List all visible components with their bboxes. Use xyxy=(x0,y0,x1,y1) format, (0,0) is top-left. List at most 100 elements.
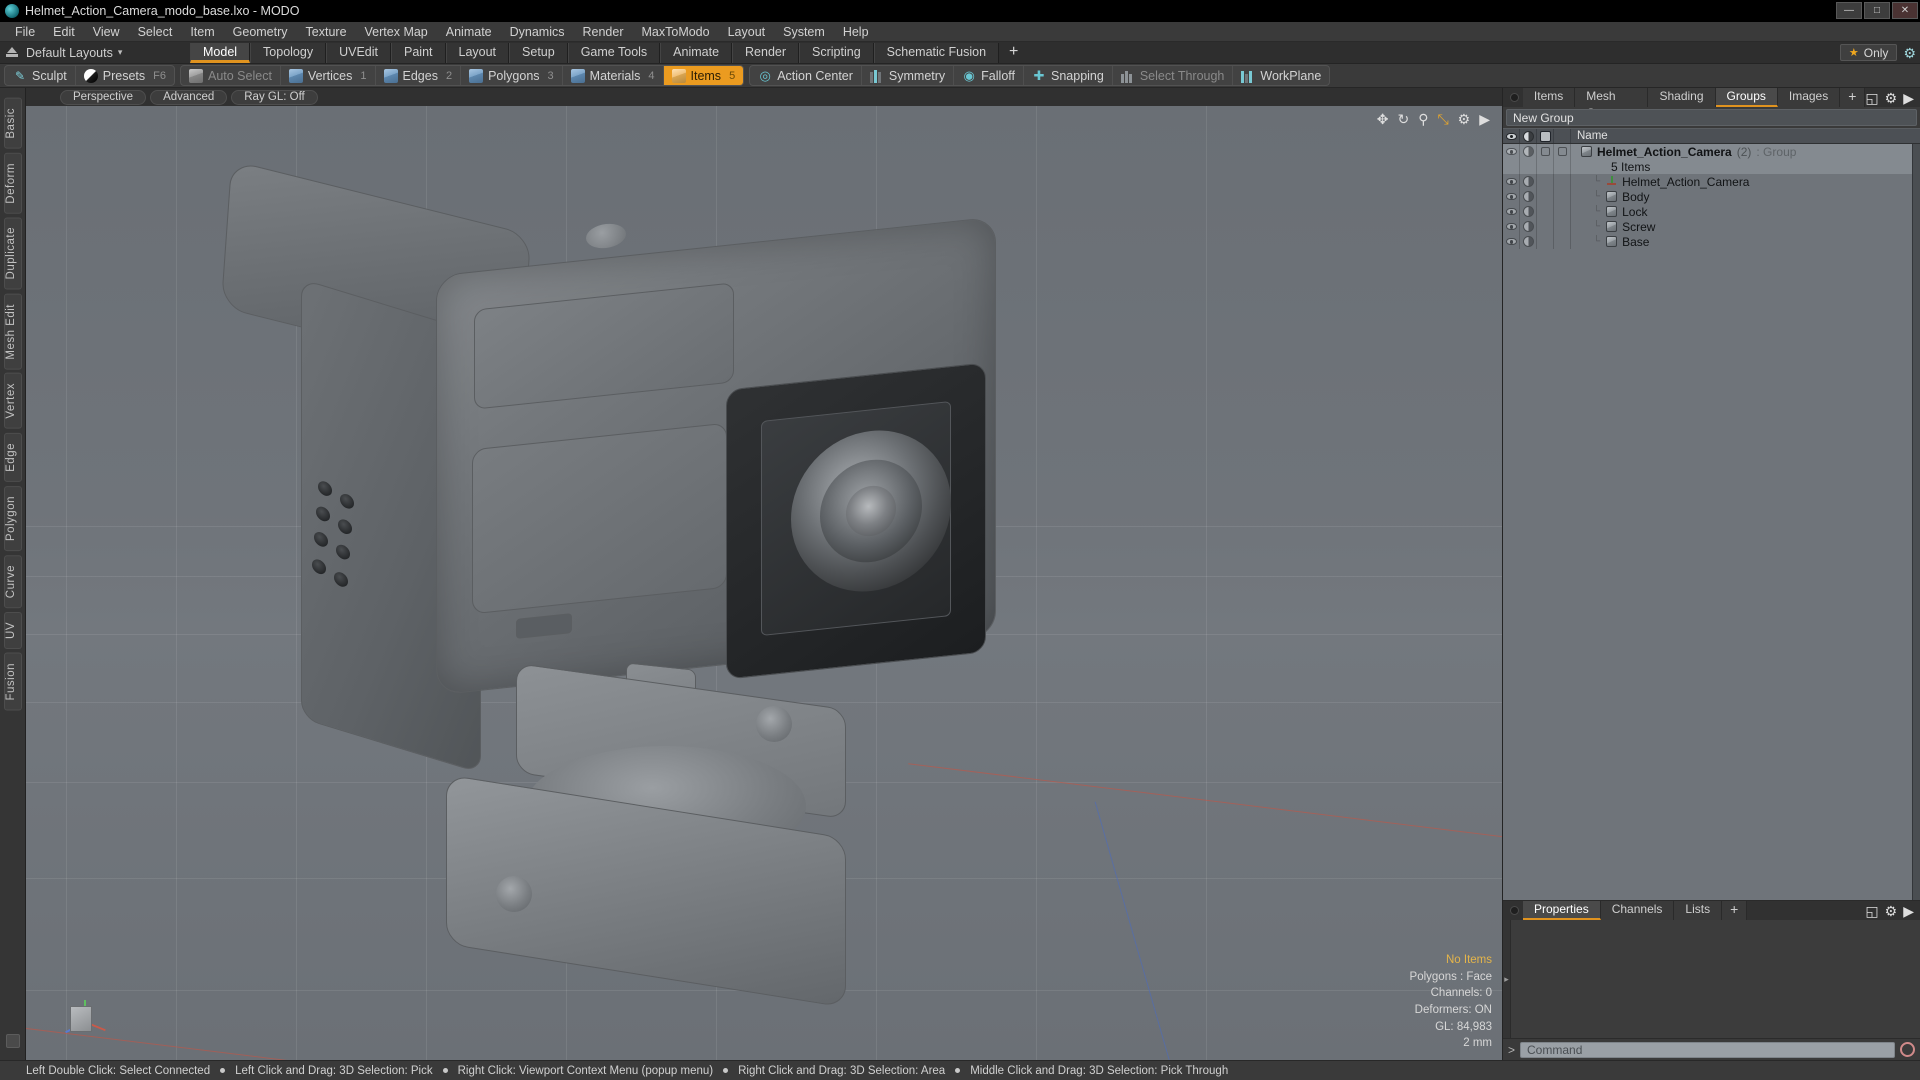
tree-row-gutter-1[interactable] xyxy=(1520,189,1537,204)
chevron-right-icon[interactable]: ▶ xyxy=(1903,904,1914,918)
menu-item-animate[interactable]: Animate xyxy=(437,22,501,42)
layout-tab-setup[interactable]: Setup xyxy=(509,42,568,63)
chevron-right-icon[interactable]: ▶ xyxy=(1903,91,1914,105)
toolbar-button-auto-select[interactable]: Auto Select xyxy=(181,66,281,85)
left-rail-toggle[interactable] xyxy=(5,1034,20,1048)
tool-tab-vertex[interactable]: Vertex xyxy=(3,373,22,430)
toolbar-button-sculpt[interactable]: ✎ Sculpt xyxy=(5,66,76,85)
menu-item-select[interactable]: Select xyxy=(129,22,182,42)
layout-tab-game-tools[interactable]: Game Tools xyxy=(567,42,661,63)
record-icon[interactable] xyxy=(1900,1042,1915,1057)
toolbar-button-symmetry[interactable]: Symmetry xyxy=(862,66,955,85)
menu-item-maxtomodo[interactable]: MaxToModo xyxy=(633,22,719,42)
viewport-3d[interactable]: ✥ ↻ ⚲ ⤡ ⚙ ▶ No Items Polygons : Face Channels… xyxy=(26,106,1502,1060)
tree-row-gutter-2[interactable] xyxy=(1537,219,1554,234)
tree-row-gutter-2[interactable] xyxy=(1537,234,1554,249)
tool-tab-uv[interactable]: UV xyxy=(3,612,22,650)
tree-row-gutter-2[interactable] xyxy=(1537,204,1554,219)
tool-tab-duplicate[interactable]: Duplicate xyxy=(3,217,22,290)
menu-item-render[interactable]: Render xyxy=(574,22,633,42)
menu-item-dynamics[interactable]: Dynamics xyxy=(501,22,574,42)
tree-row-gutter-3[interactable] xyxy=(1554,159,1571,174)
toolbar-button-materials[interactable]: Materials 4 xyxy=(563,66,664,85)
toolbar-button-snapping[interactable]: ✚ Snapping xyxy=(1024,66,1113,85)
tree-row-gutter-3[interactable] xyxy=(1554,234,1571,249)
tool-tab-edge[interactable]: Edge xyxy=(3,433,22,482)
new-group-button[interactable]: New Group xyxy=(1506,109,1917,126)
toolbar-button-falloff[interactable]: ◉ Falloff xyxy=(954,66,1024,85)
menu-item-geometry[interactable]: Geometry xyxy=(224,22,297,42)
panel-menu-dot-icon[interactable] xyxy=(1510,906,1519,915)
command-input[interactable]: Command xyxy=(1520,1041,1895,1058)
viewport-tab-perspective[interactable]: Perspective xyxy=(60,89,147,105)
viewport-tab-ray-gl-off[interactable]: Ray GL: Off xyxy=(231,89,318,105)
col-mesh-icon[interactable] xyxy=(1537,129,1554,143)
only-toggle-button[interactable]: ★ Only xyxy=(1839,44,1898,61)
panel-tab-shading[interactable]: Shading xyxy=(1648,88,1716,107)
tree-row-gutter-1[interactable] xyxy=(1520,159,1537,174)
tree-row[interactable]: 5 Items xyxy=(1503,159,1912,174)
properties-collapse-handle[interactable]: ▸ xyxy=(1503,920,1511,1038)
properties-tab-properties[interactable]: Properties xyxy=(1523,901,1601,920)
layout-tab-uvedit[interactable]: UVEdit xyxy=(326,42,391,63)
toolbar-button-edges[interactable]: Edges 2 xyxy=(376,66,462,85)
col-lock-icon[interactable] xyxy=(1554,129,1571,143)
menu-item-edit[interactable]: Edit xyxy=(44,22,84,42)
gear-icon[interactable]: ⚙ xyxy=(1885,91,1898,105)
panel-tab-groups[interactable]: Groups xyxy=(1715,88,1778,107)
layout-tab-model[interactable]: Model xyxy=(190,42,251,63)
tree-row-gutter-0[interactable] xyxy=(1503,159,1520,174)
panel-tab-images[interactable]: Images xyxy=(1777,88,1841,107)
maximize-button[interactable]: □ xyxy=(1864,2,1890,19)
tree-row-gutter-3[interactable] xyxy=(1554,174,1571,189)
tree-row-gutter-0[interactable] xyxy=(1503,219,1520,234)
tree-row-gutter-1[interactable] xyxy=(1520,219,1537,234)
col-render-icon[interactable] xyxy=(1520,129,1537,143)
menu-item-item[interactable]: Item xyxy=(181,22,223,42)
panel-tab-[interactable]: + xyxy=(1840,88,1866,107)
minimize-button[interactable]: — xyxy=(1836,2,1862,19)
tool-tab-deform[interactable]: Deform xyxy=(3,152,22,214)
menu-item-file[interactable]: File xyxy=(6,22,44,42)
tree-scrollbar[interactable] xyxy=(1912,144,1920,900)
layout-tab-scripting[interactable]: Scripting xyxy=(799,42,874,63)
menu-item-system[interactable]: System xyxy=(774,22,834,42)
tree-row-gutter-0[interactable] xyxy=(1503,144,1520,159)
tool-tab-fusion[interactable]: Fusion xyxy=(3,653,22,711)
col-visibility-icon[interactable] xyxy=(1503,129,1520,143)
tree-row[interactable]: Helmet_Action_Camera (2): Group xyxy=(1503,144,1912,159)
expand-icon[interactable]: ◱ xyxy=(1865,904,1878,918)
tree-row-gutter-2[interactable] xyxy=(1537,174,1554,189)
menu-item-help[interactable]: Help xyxy=(834,22,878,42)
tree-row-gutter-0[interactable] xyxy=(1503,189,1520,204)
tree-row-gutter-3[interactable] xyxy=(1554,189,1571,204)
toolbar-button-polygons[interactable]: Polygons 3 xyxy=(461,66,563,85)
layout-tab-animate[interactable]: Animate xyxy=(660,42,733,63)
tool-tab-curve[interactable]: Curve xyxy=(3,554,22,609)
tree-row-gutter-2[interactable] xyxy=(1537,144,1554,159)
toolbar-button-workplane[interactable]: WorkPlane xyxy=(1233,66,1329,85)
gear-icon[interactable]: ⚙ xyxy=(1458,112,1471,126)
properties-tab-lists[interactable]: Lists xyxy=(1674,901,1723,920)
tree-row[interactable]: └ Helmet_Action_Camera xyxy=(1503,174,1912,189)
panel-menu-dot-icon[interactable] xyxy=(1510,93,1519,102)
pan-icon[interactable]: ✥ xyxy=(1377,112,1389,126)
tree-row-gutter-1[interactable] xyxy=(1520,204,1537,219)
tree-row[interactable]: └ Base xyxy=(1503,234,1912,249)
axis-gizmo[interactable] xyxy=(62,988,108,1034)
tree-row-gutter-0[interactable] xyxy=(1503,174,1520,189)
toolbar-button-vertices[interactable]: Vertices 1 xyxy=(281,66,376,85)
tree-row-gutter-3[interactable] xyxy=(1554,204,1571,219)
properties-tab-[interactable]: + xyxy=(1722,901,1748,920)
layout-tab-topology[interactable]: Topology xyxy=(250,42,327,63)
layout-tab-render[interactable]: Render xyxy=(732,42,800,63)
tool-tab-basic[interactable]: Basic xyxy=(3,98,22,149)
tree-row-gutter-3[interactable] xyxy=(1554,144,1571,159)
panel-tab-items[interactable]: Items xyxy=(1522,88,1576,107)
tree-row[interactable]: └ Body xyxy=(1503,189,1912,204)
tree-row-gutter-0[interactable] xyxy=(1503,204,1520,219)
add-layout-tab-button[interactable]: + xyxy=(999,43,1028,63)
layout-tab-schematic-fusion[interactable]: Schematic Fusion xyxy=(873,42,1000,63)
menu-item-view[interactable]: View xyxy=(84,22,129,42)
gear-icon[interactable]: ⚙ xyxy=(1885,904,1898,918)
